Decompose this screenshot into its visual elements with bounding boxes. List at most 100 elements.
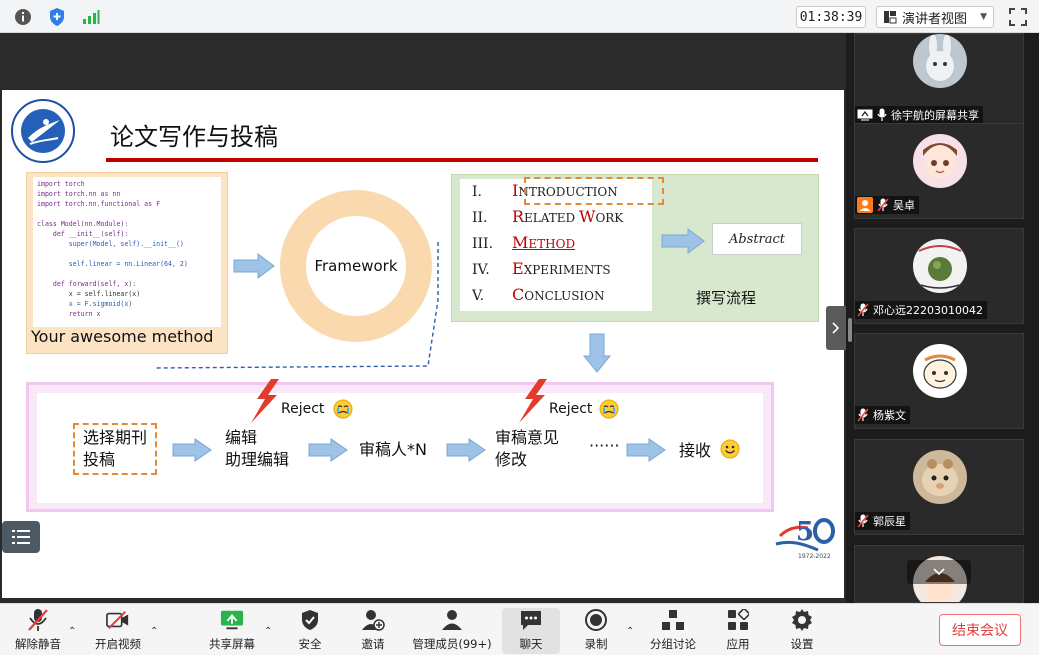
apps-button[interactable]: 应用 — [722, 608, 754, 654]
mic-muted-icon — [857, 408, 869, 422]
svg-text:1972-2022: 1972-2022 — [798, 553, 831, 560]
participant-tile[interactable]: 邓心远22203010042 — [854, 228, 1024, 324]
title-underline — [106, 158, 818, 162]
unmute-button[interactable]: 解除静音 — [14, 608, 62, 654]
meeting-window: 01:38:39 演讲者视图 ▼ 论文写作与投稿 import torch imp… — [0, 0, 1039, 655]
process-step-accept: 接收 — [679, 439, 740, 462]
meeting-timer: 01:38:39 — [796, 6, 866, 28]
code-line: import torch.nn.functional as F — [37, 200, 161, 208]
participant-tile[interactable]: 吴卓 — [854, 123, 1024, 219]
participant-namebar: 邓心远22203010042 — [855, 301, 987, 319]
video-options-caret[interactable]: ⌃ — [150, 626, 158, 637]
outline-list: I. INTRODUCTION II. RELATED WORK III. METHO… — [460, 177, 664, 311]
outline-item-method: III. METHOD — [472, 233, 576, 252]
participant-tile[interactable]: 郭辰星 — [854, 439, 1024, 535]
arrow-right-icon — [626, 438, 666, 462]
info-icon[interactable] — [12, 6, 34, 28]
participant-tile[interactable]: 徐宇航的屏幕共享 — [854, 33, 1024, 129]
participant-namebar: 杨紫文 — [855, 406, 910, 424]
scroll-down-button[interactable] — [907, 560, 971, 584]
share-options-caret[interactable]: ⌃ — [264, 626, 272, 637]
record-button[interactable]: 录制 — [580, 608, 612, 654]
crying-face-icon — [333, 399, 353, 419]
signal-icon[interactable] — [80, 6, 102, 28]
arrow-right-icon — [661, 228, 705, 254]
slide: 论文写作与投稿 import torch import torch.nn as n… — [2, 90, 844, 598]
lightning-icon — [251, 379, 279, 423]
process-step-select-journal: 选择期刊 投稿 — [73, 423, 158, 475]
add-user-icon — [361, 608, 385, 632]
end-meeting-button[interactable]: 结束会议 — [939, 614, 1021, 646]
view-mode-dropdown[interactable]: 演讲者视图 ▼ — [876, 6, 994, 28]
collapse-sidebar-button[interactable] — [826, 306, 846, 350]
screen-share-icon — [857, 109, 873, 121]
crying-face-icon — [599, 399, 619, 419]
security-button[interactable]: 安全 — [294, 608, 326, 654]
lightning-icon — [519, 379, 547, 423]
outline-item-introduction: I. INTRODUCTION — [472, 177, 664, 205]
process-step-revision: 审稿意见 修改 — [495, 428, 560, 469]
sidebar-resize-handle[interactable] — [848, 318, 852, 342]
reject-label: Reject — [549, 401, 593, 417]
shield-icon — [298, 608, 322, 632]
view-mode-label: 演讲者视图 — [902, 11, 968, 27]
participant-namebar: 郭辰星 — [855, 512, 910, 530]
process-step-editor: 编辑 助理编辑 — [225, 428, 290, 469]
avatar — [913, 134, 967, 188]
record-icon — [584, 608, 608, 632]
submission-process-panel: 选择期刊 投稿 编辑 助理编辑 审稿人*N 审稿意见 修改 ······ 接收 … — [26, 379, 774, 512]
record-options-caret[interactable]: ⌃ — [626, 626, 634, 637]
shield-icon[interactable] — [46, 6, 68, 28]
settings-button[interactable]: 设置 — [786, 608, 818, 654]
process-step-reviewers: 审稿人*N — [359, 440, 427, 459]
code-line: import torch.nn as nn — [37, 190, 121, 198]
paper-outline-panel: I. INTRODUCTION II. RELATED WORK III. METHO… — [451, 174, 819, 322]
reject-label: Reject — [281, 401, 325, 417]
chevron-down-icon: ▼ — [980, 12, 987, 22]
participant-sidebar: 徐宇航的屏幕共享 吴卓 邓心远22203010042 杨紫文 郭辰星 — [846, 33, 1039, 603]
arrow-right-icon — [172, 438, 212, 462]
arrow-right-icon — [308, 438, 348, 462]
meeting-toolbar: 解除静音 ⌃ 开启视频 ⌃ 共享屏幕 ⌃ 安全 邀请 管理成员(99+) 聊天 — [0, 603, 1039, 655]
abstract-box: Abstract — [712, 223, 802, 255]
arrow-right-icon — [446, 438, 486, 462]
smile-icon — [720, 439, 740, 459]
mic-muted-icon — [857, 514, 869, 528]
avatar — [913, 239, 967, 293]
code-line: class Model(nn.Module): — [37, 220, 129, 228]
mic-muted-icon — [26, 608, 50, 632]
chat-icon — [519, 608, 543, 632]
host-icon — [857, 197, 873, 213]
manage-members-button[interactable]: 管理成员(99+) — [412, 608, 492, 654]
presenter-view-icon — [884, 11, 897, 24]
avatar — [913, 450, 967, 504]
audio-options-caret[interactable]: ⌃ — [68, 626, 76, 637]
chevron-down-icon — [933, 568, 945, 576]
annotation-menu-button[interactable] — [2, 521, 40, 553]
participant-namebar: 吴卓 — [855, 196, 919, 214]
apps-icon — [726, 608, 750, 632]
chat-button[interactable]: 聊天 — [502, 608, 560, 654]
gear-icon — [790, 608, 814, 632]
mic-muted-icon — [857, 303, 869, 317]
participant-tile[interactable] — [854, 545, 1024, 603]
fullscreen-icon[interactable] — [1008, 7, 1028, 27]
participant-tile[interactable]: 杨紫文 — [854, 333, 1024, 429]
breakout-icon — [661, 608, 685, 632]
process-step-ellipsis: ······ — [589, 436, 620, 455]
highlight-box — [524, 177, 664, 205]
participant-namebar: 徐宇航的屏幕共享 — [855, 106, 983, 124]
invite-button[interactable]: 邀请 — [356, 608, 390, 654]
start-video-button[interactable]: 开启视频 — [92, 608, 144, 654]
slide-title: 论文写作与投稿 — [110, 123, 278, 151]
outline-item-related-work: II. RELATED WORK — [472, 207, 624, 226]
outline-item-experiments: IV. EXPERIMENTS — [472, 259, 611, 278]
members-icon — [440, 608, 464, 632]
anniversary-50-logo: 5 1972-2022 — [775, 517, 835, 560]
breakout-rooms-button[interactable]: 分组讨论 — [648, 608, 698, 654]
outline-item-conclusion: V. CONCLUSION — [472, 285, 605, 304]
share-screen-button[interactable]: 共享屏幕 — [208, 608, 256, 654]
university-logo — [11, 99, 75, 163]
chevron-right-icon — [832, 322, 840, 334]
svg-text:5: 5 — [796, 517, 814, 547]
